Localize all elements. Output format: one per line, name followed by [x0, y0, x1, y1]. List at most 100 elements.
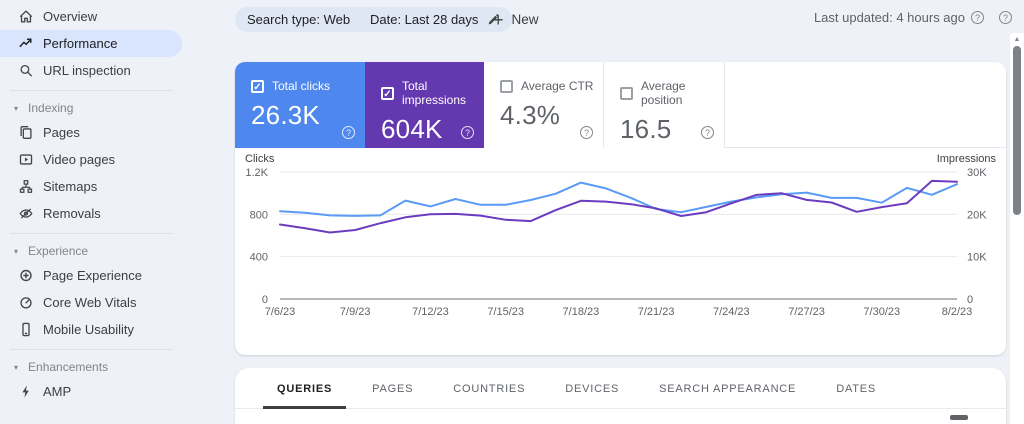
core-web-vitals-icon [18, 295, 34, 311]
sidebar-item-label: Sitemaps [43, 179, 98, 194]
total-impressions-card[interactable]: ✓ Total impressions 604K ? [365, 62, 484, 148]
sidebar-item-label: AMP [43, 384, 72, 399]
pages-icon [18, 125, 34, 141]
left-axis-tick: 400 [250, 252, 268, 264]
sidebar-item-mobile-usability[interactable]: Mobile Usability [0, 316, 182, 343]
sidebar: Overview Performance URL inspection ▾ In… [0, 0, 210, 424]
chevron-down-icon: ▾ [14, 362, 19, 372]
video-pages-icon [18, 152, 34, 168]
average-position-card[interactable]: ✓ Average position 16.5 ? [604, 62, 725, 148]
right-axis-tick: 0 [967, 294, 973, 306]
new-filter-button-label: New [511, 12, 539, 27]
performance-chart-svg: Clicks Impressions1.2K800400030K20K10K07/… [245, 153, 997, 318]
left-axis-tick: 800 [250, 209, 268, 221]
sidebar-divider [10, 233, 173, 234]
help-icon[interactable]: ? [461, 126, 474, 139]
last-updated-status: Last updated: 4 hours ago ? [814, 10, 984, 25]
x-axis-tick: 7/9/23 [340, 306, 371, 318]
average-ctr-card[interactable]: ✓ Average CTR 4.3% ? [484, 62, 604, 148]
sidebar-item-label: Video pages [43, 152, 116, 167]
search-console-performance-page: Overview Performance URL inspection ▾ In… [0, 0, 1024, 424]
amp-icon [18, 384, 34, 400]
vertical-scrollbar[interactable]: ▲ [1010, 33, 1024, 424]
average-ctr-checkbox[interactable]: ✓ [500, 79, 513, 93]
last-updated-text: Last updated: 4 hours ago [813, 10, 965, 25]
plus-icon: + [493, 9, 504, 30]
performance-summary-card: ✓ Total clicks 26.3K ? ✓ Total impressio… [235, 62, 1006, 355]
scrollbar-thumb[interactable] [1013, 46, 1021, 215]
sidebar-item-label: Page Experience [43, 268, 143, 283]
tab-label: SEARCH APPEARANCE [659, 382, 797, 395]
tab-dates[interactable]: DATES [822, 368, 890, 409]
sidebar-item-label: Removals [43, 206, 101, 221]
sidebar-item-label: Core Web Vitals [43, 295, 137, 310]
tab-countries[interactable]: COUNTRIES [439, 368, 539, 409]
total-clicks-checkbox[interactable]: ✓ [251, 79, 264, 93]
sidebar-section-enhancements[interactable]: ▾ Enhancements [0, 356, 210, 378]
right-axis-tick: 30K [967, 167, 987, 179]
page-help-icon[interactable]: ? [999, 11, 1012, 24]
left-axis-tick: 0 [262, 294, 268, 306]
filter-icon[interactable] [950, 415, 968, 420]
tab-devices[interactable]: DEVICES [551, 368, 633, 409]
sidebar-item-label: Mobile Usability [43, 322, 135, 337]
x-axis-tick: 7/6/23 [265, 306, 296, 318]
sidebar-item-pages[interactable]: Pages [0, 119, 182, 146]
mobile-usability-icon [18, 322, 34, 338]
tab-queries[interactable]: QUERIES [263, 368, 347, 409]
tab-pages[interactable]: PAGES [358, 368, 427, 409]
search-icon [18, 63, 34, 79]
metric-label: Average position [641, 79, 686, 107]
x-axis-tick: 7/27/23 [788, 306, 825, 318]
x-axis-tick: 7/21/23 [638, 306, 675, 318]
tab-label: PAGES [372, 382, 414, 395]
date-range-chip-label: Date: Last 28 days [370, 12, 479, 27]
x-axis-tick: 8/2/23 [942, 306, 973, 318]
removals-icon [18, 206, 34, 222]
sidebar-section-experience[interactable]: ▾ Experience [0, 240, 210, 262]
sidebar-item-amp[interactable]: AMP [0, 378, 182, 405]
sidebar-item-overview[interactable]: Overview [0, 3, 182, 30]
dimension-tabs: QUERIES PAGES COUNTRIES DEVICES SEARCH A… [235, 368, 1006, 409]
sidebar-item-sitemaps[interactable]: Sitemaps [0, 173, 182, 200]
x-axis-tick: 7/24/23 [713, 306, 750, 318]
help-icon[interactable]: ? [580, 126, 593, 139]
sidebar-item-video-pages[interactable]: Video pages [0, 146, 182, 173]
right-axis-tick: 10K [967, 252, 987, 264]
sidebar-divider [10, 90, 173, 91]
left-axis-title: Clicks [245, 153, 275, 165]
scrollbar-up-icon[interactable]: ▲ [1010, 34, 1024, 46]
tab-label: DEVICES [565, 382, 620, 395]
help-icon[interactable]: ? [971, 11, 984, 24]
sidebar-section-indexing[interactable]: ▾ Indexing [0, 97, 210, 119]
help-icon[interactable]: ? [342, 126, 355, 139]
metric-label: Total clicks [272, 79, 331, 93]
sidebar-item-label: Performance [43, 36, 118, 51]
sidebar-item-removals[interactable]: Removals [0, 200, 182, 227]
sidebar-item-performance[interactable]: Performance [0, 30, 182, 57]
page-experience-icon [18, 268, 34, 284]
tab-label: COUNTRIES [453, 382, 526, 395]
chevron-down-icon: ▾ [14, 246, 19, 256]
sidebar-item-core-web-vitals[interactable]: Core Web Vitals [0, 289, 182, 316]
sidebar-item-page-experience[interactable]: Page Experience [0, 262, 182, 289]
right-axis-tick: 20K [967, 209, 987, 221]
x-axis-tick: 7/18/23 [563, 306, 600, 318]
performance-chart[interactable]: Clicks Impressions 1.2K 800 400 0 30K 20K 10K 0 7/… [235, 150, 1006, 328]
left-axis-tick: 1.2K [245, 167, 268, 179]
sidebar-item-label: URL inspection [43, 63, 131, 78]
sidebar-item-url-inspection[interactable]: URL inspection [0, 57, 182, 84]
help-icon[interactable]: ? [701, 126, 714, 139]
average-position-checkbox[interactable]: ✓ [620, 86, 633, 100]
dimensions-table-card: QUERIES PAGES COUNTRIES DEVICES SEARCH A… [235, 368, 1006, 424]
sidebar-section-label: Experience [28, 244, 89, 258]
chevron-down-icon: ▾ [14, 103, 19, 113]
new-filter-button[interactable]: + New [487, 7, 545, 32]
sidebar-item-label: Pages [43, 125, 80, 140]
total-clicks-card[interactable]: ✓ Total clicks 26.3K ? [235, 62, 365, 148]
tab-search-appearance[interactable]: SEARCH APPEARANCE [645, 368, 810, 409]
tab-label: DATES [836, 382, 877, 395]
performance-icon [18, 36, 34, 52]
total-impressions-checkbox[interactable]: ✓ [381, 86, 394, 100]
sidebar-section-label: Enhancements [28, 360, 109, 374]
